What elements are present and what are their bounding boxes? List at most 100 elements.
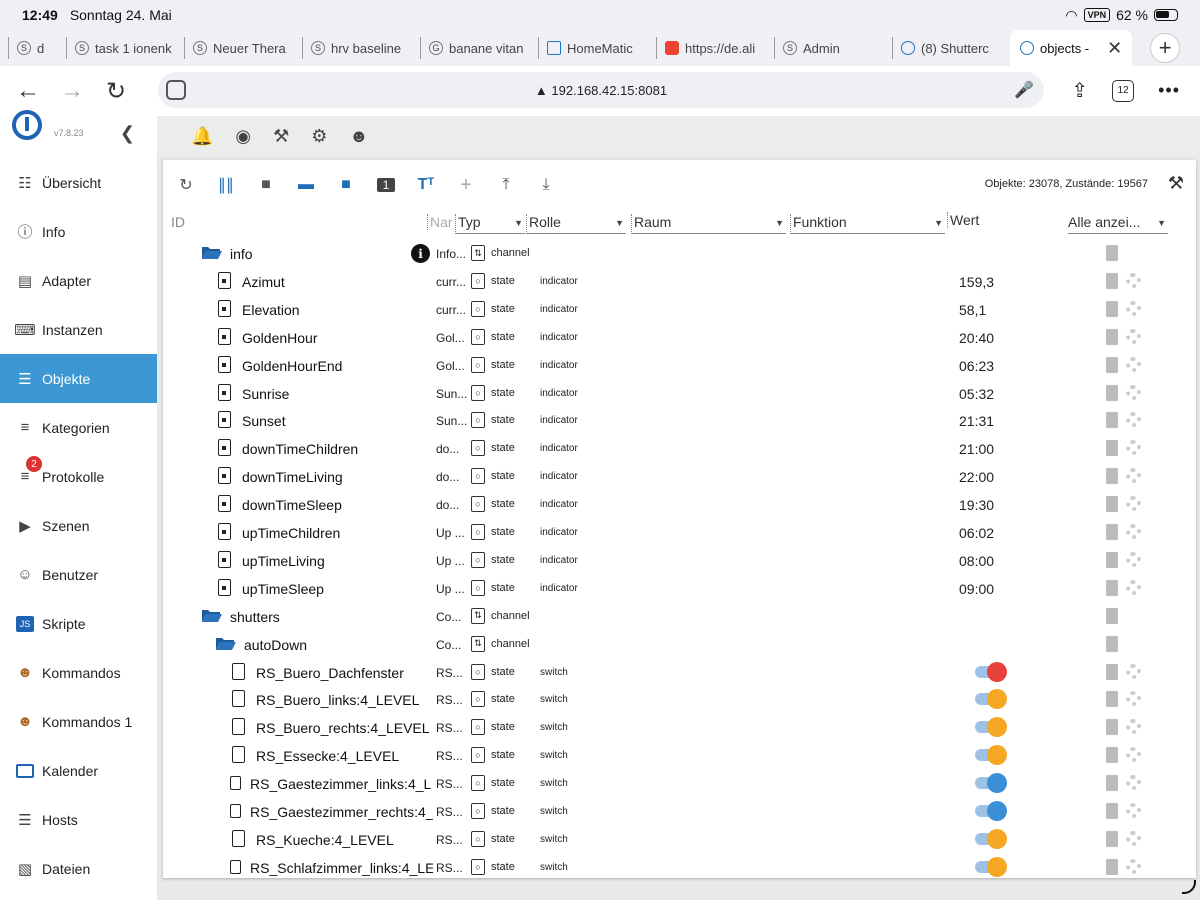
eye-icon[interactable]: ◉ [235, 126, 251, 147]
sidebar-item-info[interactable]: ⓘ Info [0, 207, 157, 256]
browser-tab[interactable]: Shrv baseline [302, 37, 420, 59]
column-typ[interactable]: Typ ▼ [455, 214, 525, 234]
object-value[interactable]: 09:00 [959, 581, 994, 597]
object-id[interactable]: shutters [230, 609, 433, 625]
sidebar-item-dateien[interactable]: ▧ Dateien [0, 844, 157, 893]
delete-icon[interactable] [1106, 747, 1118, 764]
object-id[interactable]: Azimut [242, 274, 433, 290]
object-settings-icon[interactable] [1126, 300, 1141, 316]
object-id[interactable]: RS_Buero_Dachfenster [256, 665, 433, 681]
reload-icon[interactable]: ↻ [94, 77, 138, 106]
object-id[interactable]: autoDown [244, 637, 433, 653]
bell-icon[interactable]: 🔔 [191, 126, 213, 147]
table-row[interactable]: downTimeChildren do... ○ state indicator 21:0… [163, 435, 1196, 463]
browser-tab-active[interactable]: objects - ✕ [1010, 30, 1133, 66]
sidebar-item-kalender[interactable]: Kalender [0, 746, 157, 795]
object-settings-icon[interactable] [1126, 272, 1141, 288]
object-id[interactable]: RS_Buero_rechts:4_LEVEL [256, 720, 433, 736]
table-row[interactable]: info i Info... ⇅ channel [163, 240, 1196, 268]
delete-icon[interactable] [1106, 719, 1118, 736]
object-settings-icon[interactable] [1126, 440, 1141, 456]
back-icon[interactable]: ← [6, 77, 50, 105]
object-id[interactable]: RS_Kueche:4_LEVEL [256, 832, 433, 848]
table-row[interactable]: RS_Buero_links:4_LEVEL RS... ○ state switch [163, 686, 1196, 714]
close-tab-icon[interactable]: ✕ [1107, 38, 1122, 59]
sidebar-item-kommandos-1[interactable]: ☻ Kommandos 1 [0, 697, 157, 746]
browser-tab[interactable]: Sd [8, 37, 66, 59]
table-row[interactable]: Elevation curr... ○ state indicator 58,1 [163, 296, 1196, 324]
table-row[interactable]: RS_Kueche:4_LEVEL RS... ○ state switch [163, 826, 1196, 854]
table-row[interactable]: upTimeSleep Up ... ○ state indicator 09:00 [163, 575, 1196, 603]
object-id[interactable]: Sunrise [242, 386, 433, 402]
object-id[interactable]: downTimeChildren [242, 441, 433, 457]
object-settings-icon[interactable] [1126, 663, 1141, 679]
object-id[interactable]: RS_Gaestezimmer_links:4_L [250, 776, 433, 792]
table-row[interactable]: RS_Schlafzimmer_links:4_LE RS... ○ state swi… [163, 854, 1196, 878]
new-tab-button[interactable]: + [1150, 33, 1181, 63]
object-id[interactable]: RS_Buero_links:4_LEVEL [256, 692, 433, 708]
object-settings-icon[interactable] [1126, 719, 1141, 735]
delete-icon[interactable] [1106, 300, 1118, 317]
object-settings-icon[interactable] [1126, 775, 1141, 791]
object-value[interactable]: 159,3 [959, 274, 994, 290]
object-id[interactable]: downTimeSleep [242, 497, 433, 513]
table-row[interactable]: upTimeLiving Up ... ○ state indicator 08:00 [163, 547, 1196, 575]
value-toggle-switch[interactable] [975, 828, 1007, 849]
object-id[interactable]: upTimeSleep [242, 581, 433, 597]
delete-icon[interactable] [1106, 272, 1118, 289]
value-toggle-switch[interactable] [975, 856, 1007, 877]
delete-icon[interactable] [1106, 245, 1118, 261]
delete-icon[interactable] [1106, 384, 1118, 401]
table-row[interactable]: RS_Gaestezimmer_rechts:4_ RS... ○ state swit… [163, 798, 1196, 826]
column-raum[interactable]: Raum ▼ [631, 214, 786, 234]
column-funktion[interactable]: Funktion ▼ [790, 214, 945, 234]
delete-icon[interactable] [1106, 551, 1118, 568]
object-value[interactable]: 05:32 [959, 386, 994, 402]
object-settings-icon[interactable] [1126, 524, 1141, 539]
object-settings-icon[interactable] [1126, 830, 1141, 846]
more-icon[interactable]: ••• [1158, 80, 1180, 101]
object-id[interactable]: GoldenHourEnd [242, 358, 433, 374]
object-value[interactable]: 08:00 [959, 553, 994, 569]
object-id[interactable]: RS_Gaestezimmer_rechts:4_ [250, 804, 433, 820]
wrench-settings-icon[interactable]: ⚒ [1168, 173, 1184, 194]
value-toggle-switch[interactable] [975, 689, 1007, 710]
folder-open-icon[interactable] [215, 636, 236, 651]
column-id[interactable]: ID [171, 214, 185, 230]
object-id[interactable]: Sunset [242, 413, 433, 429]
delete-icon[interactable] [1106, 635, 1118, 652]
sidebar-item-protokolle[interactable]: ≡ 2 Protokolle [0, 452, 157, 501]
table-row[interactable]: Sunrise Sun... ○ state indicator 05:32 [163, 380, 1196, 408]
table-row[interactable]: GoldenHourEnd Gol... ○ state indicator 06:23 [163, 352, 1196, 380]
object-id[interactable]: upTimeLiving [242, 553, 433, 569]
table-row[interactable]: GoldenHour Gol... ○ state indicator 20:40 [163, 324, 1196, 352]
delete-icon[interactable] [1106, 663, 1118, 680]
browser-tab[interactable]: S Admin [774, 37, 892, 59]
upload-icon[interactable]: ⤒ [497, 176, 515, 194]
lens-icon[interactable] [166, 80, 186, 100]
sidebar-item-kommandos[interactable]: ☻ Kommandos [0, 648, 157, 697]
delete-icon[interactable] [1106, 579, 1118, 596]
table-row[interactable]: upTimeChildren Up ... ○ state indicator 06:02 [163, 519, 1196, 547]
object-value[interactable]: 22:00 [959, 469, 994, 485]
folder-icon[interactable]: ■ [257, 176, 275, 194]
column-rolle[interactable]: Rolle ▼ [526, 214, 626, 234]
object-id[interactable]: upTimeChildren [242, 525, 433, 541]
delete-icon[interactable] [1106, 496, 1118, 513]
browser-tab[interactable]: HomeMatic [538, 37, 656, 59]
delete-icon[interactable] [1106, 775, 1118, 792]
table-row[interactable]: RS_Gaestezimmer_links:4_L RS... ○ state swit… [163, 770, 1196, 798]
table-row[interactable]: downTimeLiving do... ○ state indicator 22:00 [163, 463, 1196, 491]
column-filter-select[interactable]: Alle anzei... ▼ [1068, 214, 1168, 234]
delete-icon[interactable] [1106, 412, 1118, 429]
column-name[interactable]: Nar [427, 214, 453, 230]
microphone-icon[interactable]: 🎤 [1014, 80, 1034, 100]
delete-icon[interactable] [1106, 607, 1118, 624]
object-id[interactable]: Elevation [242, 302, 433, 318]
object-value[interactable]: 20:40 [959, 330, 994, 346]
delete-icon[interactable] [1106, 858, 1118, 875]
text-size-icon[interactable]: Tᵀ [417, 176, 435, 194]
object-settings-icon[interactable] [1126, 858, 1141, 874]
value-toggle-switch[interactable] [975, 773, 1007, 794]
object-id[interactable]: RS_Essecke:4_LEVEL [256, 748, 433, 764]
